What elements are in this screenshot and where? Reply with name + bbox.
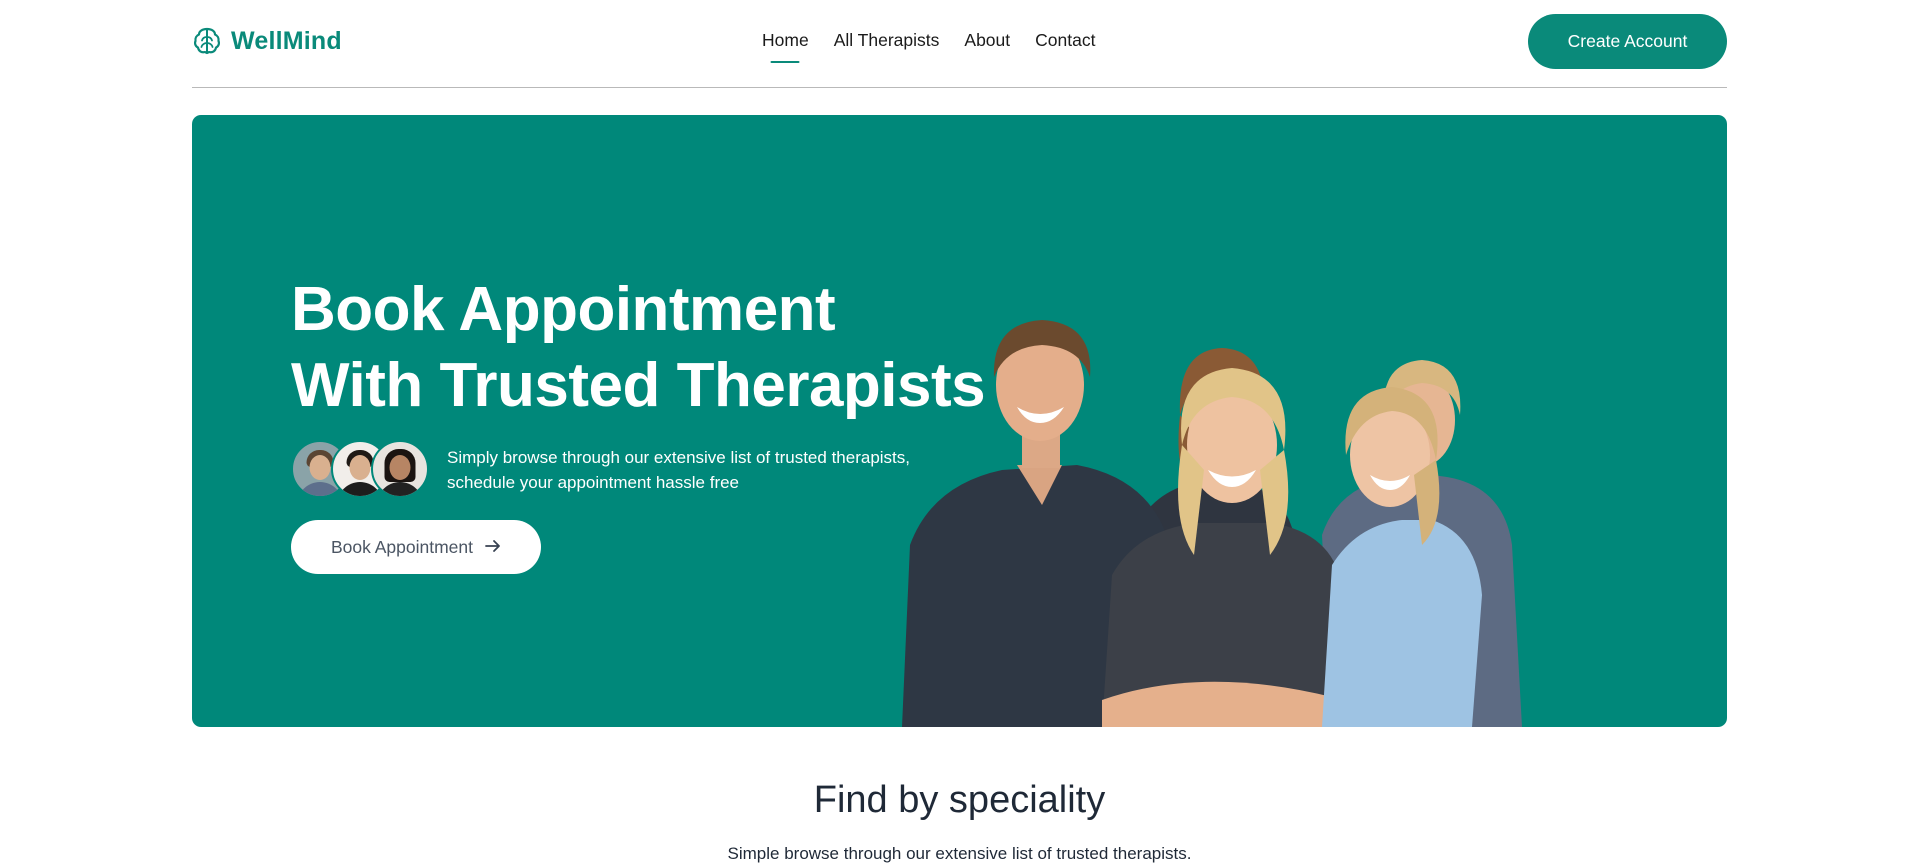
group-of-therapists-photo [902, 320, 1522, 727]
brain-icon [192, 26, 222, 56]
speciality-subtitle: Simple browse through our extensive list… [727, 844, 1192, 863]
arrow-right-icon [485, 537, 501, 558]
logo[interactable]: WellMind [192, 26, 342, 56]
create-account-button[interactable]: Create Account [1528, 14, 1727, 69]
nav-all-therapists[interactable]: All Therapists [834, 30, 940, 51]
speciality-heading: Find by speciality [813, 779, 1106, 821]
nav-home[interactable]: Home [762, 30, 809, 51]
site-header: WellMind Home All Therapists About Conta… [192, 0, 1727, 88]
hero-title-line-1: Book Appointment [291, 275, 836, 344]
hero-banner: Book Appointment With Trusted Therapists… [192, 115, 1727, 727]
book-appointment-label: Book Appointment [330, 536, 474, 557]
hero-title: Book Appointment With Trusted Therapists [291, 272, 986, 424]
nav-contact[interactable]: Contact [1035, 30, 1095, 51]
brand-name: WellMind [231, 26, 342, 55]
main-nav: Home All Therapists About Contact [762, 30, 1095, 51]
avatar [371, 440, 429, 498]
therapist-avatar-group [291, 440, 429, 498]
book-appointment-button[interactable]: Book Appointment [291, 520, 541, 574]
nav-about[interactable]: About [964, 30, 1010, 51]
hero-title-line-2: With Trusted Therapists [291, 351, 986, 420]
